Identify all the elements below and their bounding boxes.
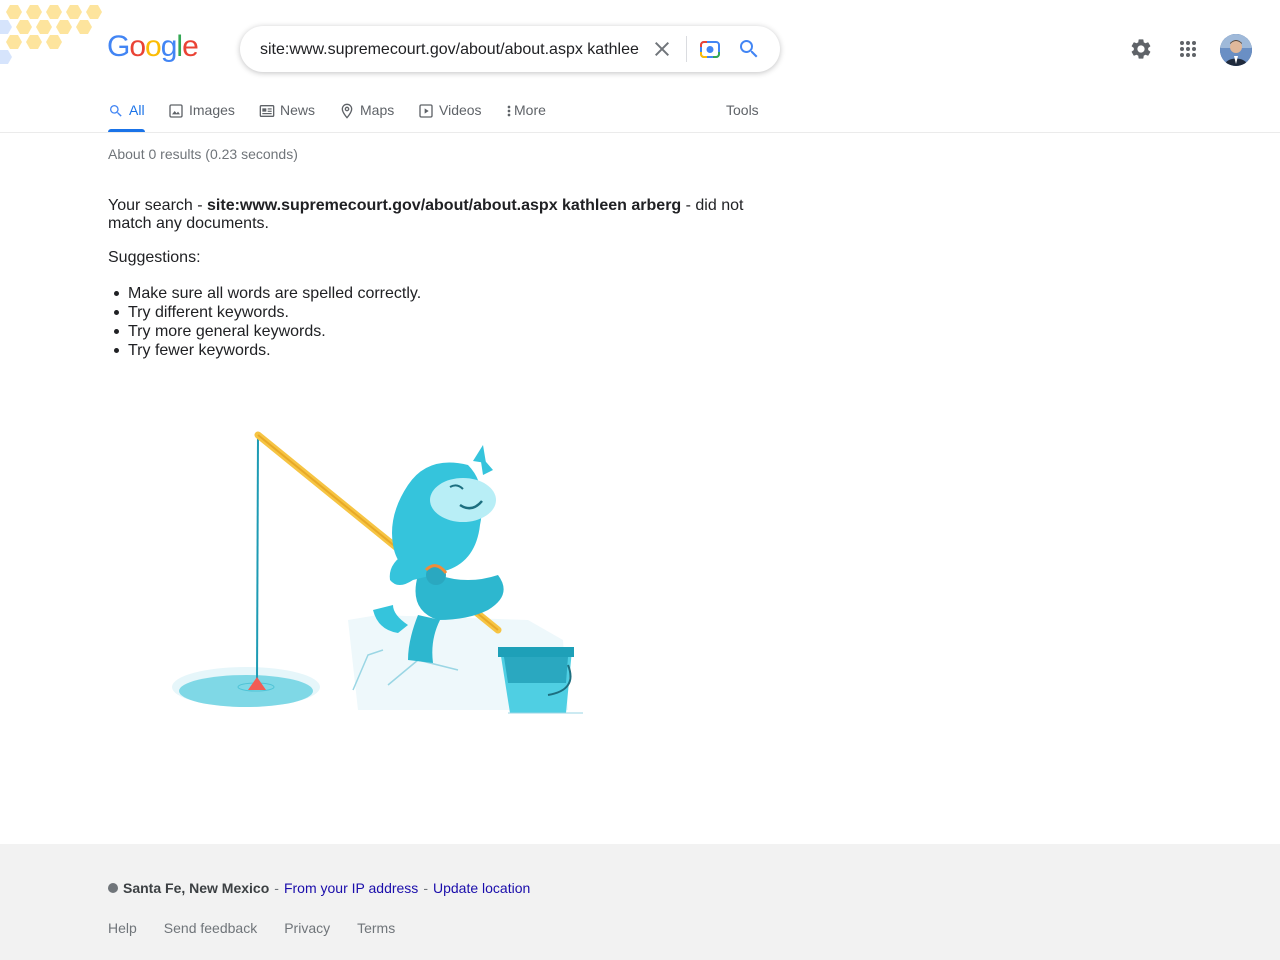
update-location-link[interactable]: Update location	[433, 880, 530, 896]
tab-maps[interactable]: Maps	[339, 96, 394, 132]
location-bar: Santa Fe, New Mexico - From your IP addr…	[108, 880, 530, 896]
tab-label: Videos	[439, 102, 482, 118]
tab-label: News	[280, 102, 316, 118]
list-item: Try fewer keywords.	[113, 341, 421, 360]
google-logo[interactable]: Google	[107, 30, 199, 70]
logo-letter: o	[129, 30, 146, 63]
logo-letter: e	[182, 30, 199, 63]
tab-more[interactable]: More	[505, 96, 546, 132]
doodle-honeycomb-decoration	[0, 5, 102, 64]
footer-link-help[interactable]: Help	[108, 920, 137, 936]
suggestions-title: Suggestions:	[108, 249, 201, 266]
from-ip-link[interactable]: From your IP address	[284, 880, 418, 896]
tab-videos[interactable]: Videos	[418, 96, 482, 132]
tab-label: More	[514, 102, 546, 118]
tab-label: All	[129, 102, 145, 118]
no-results-prefix: Your search -	[108, 197, 208, 214]
search-icon	[110, 105, 122, 117]
search-input[interactable]: site:www.supremecourt.gov/about/about.as…	[260, 39, 640, 61]
news-icon	[259, 105, 275, 117]
footer-links: Help Send feedback Privacy Terms	[108, 920, 422, 936]
footer: Santa Fe, New Mexico - From your IP addr…	[0, 844, 1280, 960]
list-item: Try more general keywords.	[113, 322, 421, 341]
tab-images[interactable]: Images	[168, 96, 235, 132]
apps-grid-icon[interactable]	[1176, 37, 1200, 61]
avatar-photo	[1220, 34, 1252, 66]
suggestions-list: Make sure all words are spelled correctl…	[113, 284, 422, 360]
no-results-message: Your search - site:www.supremecourt.gov/…	[108, 197, 768, 233]
fishing-yeti-illustration	[172, 431, 583, 714]
separator: -	[274, 880, 279, 896]
no-results-query: site:www.supremecourt.gov/about/about.as…	[207, 197, 682, 214]
logo-letter: o	[145, 30, 162, 63]
search-divider	[686, 36, 687, 62]
tab-label: Images	[189, 102, 235, 118]
footer-link-send-feedback[interactable]: Send feedback	[164, 920, 257, 936]
result-stats: About 0 results (0.23 seconds)	[108, 146, 298, 162]
footer-link-terms[interactable]: Terms	[357, 920, 395, 936]
list-item: Try different keywords.	[113, 303, 421, 322]
video-icon	[419, 104, 433, 118]
separator: -	[423, 880, 428, 896]
search-icon[interactable]	[737, 37, 761, 61]
avatar[interactable]	[1220, 34, 1252, 66]
tools-button[interactable]: Tools	[726, 102, 759, 118]
tab-all[interactable]: All	[108, 96, 145, 132]
header: Google site:www.supremecourt.gov/about/a…	[0, 0, 1280, 96]
list-item: Make sure all words are spelled correctl…	[113, 285, 422, 302]
logo-letter: G	[107, 30, 130, 63]
image-icon	[169, 104, 183, 118]
tab-label: Maps	[360, 102, 395, 118]
gear-icon[interactable]	[1129, 37, 1153, 61]
search-tabs: All Images News Maps Videos More Tools	[0, 96, 1280, 133]
tab-news[interactable]: News	[259, 96, 315, 132]
more-vert-icon	[507, 105, 511, 117]
camera-lens-icon[interactable]	[698, 37, 722, 61]
footer-link-privacy[interactable]: Privacy	[284, 920, 330, 936]
clear-icon[interactable]	[650, 37, 674, 61]
search-box[interactable]: site:www.supremecourt.gov/about/about.as…	[240, 26, 780, 72]
map-pin-icon	[341, 103, 353, 119]
logo-letter: g	[160, 30, 178, 63]
location-city: Santa Fe, New Mexico	[123, 880, 270, 896]
location-dot-icon	[108, 883, 118, 893]
